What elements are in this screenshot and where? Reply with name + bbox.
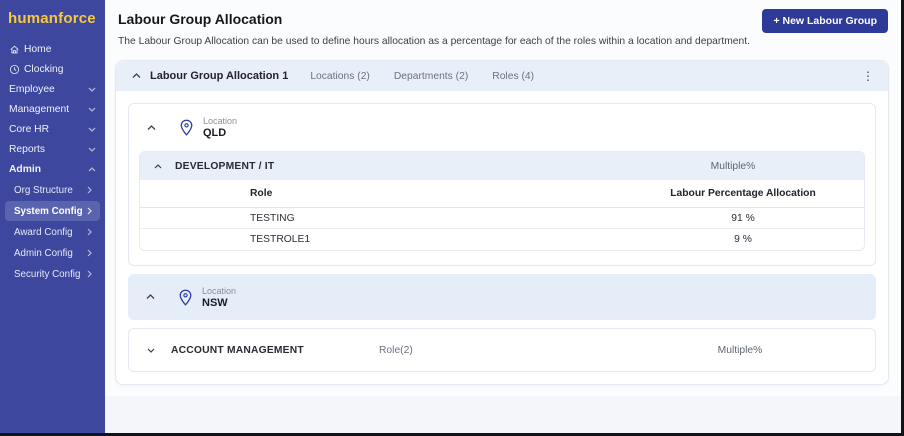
chevron-up-icon[interactable]: [143, 120, 159, 136]
sidebar-item-home[interactable]: Home: [0, 39, 105, 59]
labour-group-title: Labour Group Allocation 1: [150, 70, 289, 82]
department-role-count: Role(2): [379, 344, 413, 356]
sidebar-item-admin-config[interactable]: Admin Config: [5, 243, 100, 263]
content-background: [105, 396, 901, 433]
location-name: NSW: [202, 296, 228, 309]
location-pin-icon: [179, 119, 194, 136]
meta-departments: Departments (2): [393, 70, 469, 82]
location-card-qld: Location QLD DEVELOPMENT / IT Multiple%: [128, 103, 876, 266]
sidebar-item-management[interactable]: Management: [0, 99, 105, 119]
location-info: Location NSW: [202, 286, 236, 309]
sidebar-item-label: Admin: [9, 163, 42, 175]
role-allocation: 91 %: [731, 212, 755, 224]
sidebar-item-reports[interactable]: Reports: [0, 139, 105, 159]
chevron-right-icon: [87, 270, 92, 278]
chevron-down-icon: [88, 147, 96, 152]
humanforce-logo: humanforce: [8, 10, 96, 27]
department-allocation: Multiple%: [710, 160, 756, 172]
app-window: humanforce Home Clocking Employee Manage…: [0, 0, 904, 436]
role-name: TESTROLE1: [250, 234, 311, 245]
sidebar-item-label: Clocking: [24, 63, 64, 75]
sidebar-item-award-config[interactable]: Award Config: [5, 222, 100, 242]
sidebar: humanforce Home Clocking Employee Manage…: [0, 0, 105, 433]
chevron-up-icon[interactable]: [128, 68, 144, 84]
sidebar-item-system-config[interactable]: System Config: [5, 201, 100, 221]
location-header-qld[interactable]: Location QLD: [129, 104, 875, 151]
sidebar-item-label: Core HR: [9, 123, 50, 135]
sidebar-item-label: Security Config: [14, 268, 81, 280]
sidebar-item-org-structure[interactable]: Org Structure: [5, 180, 100, 200]
department-left-group: ACCOUNT MANAGEMENT: [143, 342, 379, 358]
chevron-right-icon: [87, 207, 92, 215]
labour-group-card: Labour Group Allocation 1 Locations (2) …: [115, 60, 889, 385]
role-name: TESTING: [250, 212, 295, 224]
sidebar-item-label: System Config: [14, 205, 83, 217]
chevron-right-icon: [87, 249, 92, 257]
new-labour-group-button[interactable]: + New Labour Group: [762, 9, 888, 33]
kebab-menu-icon[interactable]: ⋮: [860, 69, 876, 83]
location-pin-icon: [178, 289, 193, 306]
sidebar-item-core-hr[interactable]: Core HR: [0, 119, 105, 139]
sidebar-item-label: Org Structure: [14, 184, 73, 196]
sidebar-item-label: Employee: [9, 83, 55, 95]
chevron-down-icon: [88, 87, 96, 92]
sidebar-item-label: Award Config: [14, 226, 73, 238]
sidebar-item-employee[interactable]: Employee: [0, 79, 105, 99]
admin-submenu: Org Structure System Config Award Config…: [0, 180, 105, 285]
column-header-allocation: Labour Percentage Allocation: [670, 188, 816, 199]
location-info: Location QLD: [203, 116, 237, 139]
main-content: Labour Group Allocation The Labour Group…: [105, 0, 901, 433]
table-row: TESTROLE1 9 %: [140, 229, 864, 250]
chevron-right-icon: [87, 186, 92, 194]
sidebar-item-admin[interactable]: Admin: [0, 159, 105, 179]
labour-group-accordion-header[interactable]: Labour Group Allocation 1 Locations (2) …: [116, 61, 888, 91]
table-row: TESTING 91 %: [140, 208, 864, 229]
chevron-down-icon[interactable]: [143, 342, 159, 358]
sidebar-item-label: Home: [24, 43, 52, 55]
location-header-nsw[interactable]: Location NSW: [128, 274, 876, 320]
column-header-role: Role: [250, 188, 273, 199]
department-name: DEVELOPMENT / IT: [175, 160, 275, 172]
clock-icon: [9, 64, 24, 75]
roles-table-header: Role Labour Percentage Allocation: [140, 180, 864, 208]
chevron-up-icon[interactable]: [150, 158, 166, 174]
labour-group-body: Location QLD DEVELOPMENT / IT Multiple%: [116, 91, 888, 384]
chevron-down-icon: [88, 107, 96, 112]
department-allocation: Multiple%: [717, 344, 763, 356]
chevron-up-icon[interactable]: [142, 289, 158, 305]
role-allocation: 9 %: [734, 234, 752, 245]
sidebar-item-label: Management: [9, 103, 70, 115]
chevron-right-icon: [87, 228, 92, 236]
sidebar-item-security-config[interactable]: Security Config: [5, 264, 100, 284]
meta-roles: Roles (4): [492, 70, 535, 82]
department-section-development-it: DEVELOPMENT / IT Multiple% Role Labour P…: [139, 151, 865, 251]
department-name: ACCOUNT MANAGEMENT: [171, 344, 304, 356]
department-header-account-management[interactable]: ACCOUNT MANAGEMENT Role(2) Multiple%: [128, 328, 876, 372]
sidebar-item-clocking[interactable]: Clocking: [0, 59, 105, 79]
chevron-up-icon: [88, 166, 96, 172]
page-description: The Labour Group Allocation can be used …: [118, 36, 750, 47]
chevron-down-icon: [88, 127, 96, 132]
location-name: QLD: [203, 127, 227, 139]
location-label: Location: [203, 116, 238, 126]
meta-locations: Locations (2): [310, 70, 370, 82]
sidebar-item-label: Admin Config: [14, 247, 73, 259]
home-icon: [9, 44, 24, 55]
labour-group-meta: Locations (2) Departments (2) Roles (4): [310, 71, 534, 82]
department-header-development-it[interactable]: DEVELOPMENT / IT Multiple%: [140, 152, 864, 180]
sidebar-item-label: Reports: [9, 143, 46, 155]
location-label: Location: [202, 285, 237, 296]
